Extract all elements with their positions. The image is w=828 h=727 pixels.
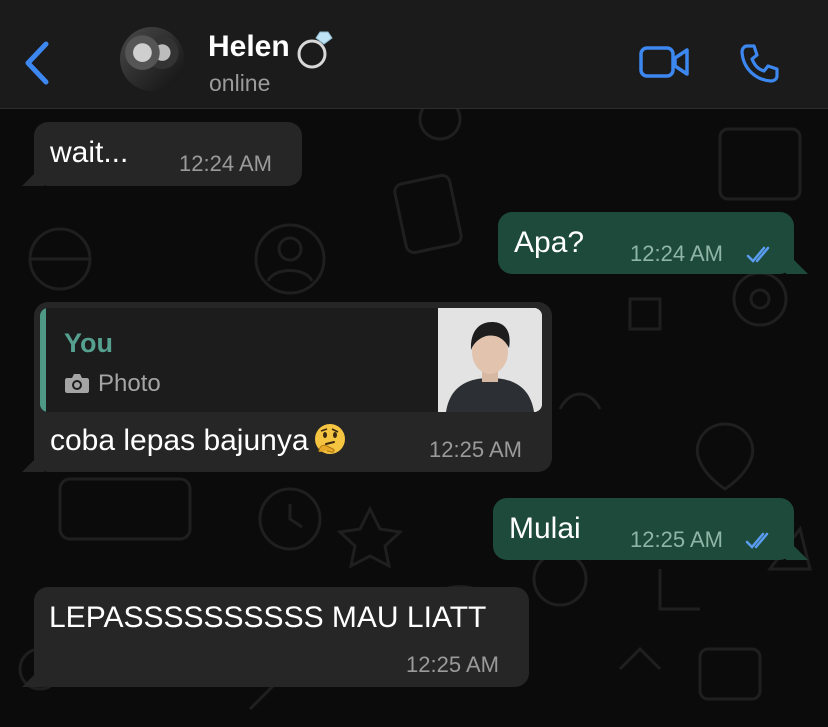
bubble-tail	[786, 538, 808, 560]
message-text: coba lepas bajunya	[50, 422, 347, 458]
message-time: 12:25 AM	[630, 527, 723, 552]
ring-icon	[297, 31, 333, 69]
message-bubble[interactable]: wait... 12:24 AM	[22, 122, 302, 186]
video-call-icon[interactable]	[638, 44, 690, 80]
thinking-face-emoji-icon	[314, 424, 345, 454]
message-text-content: coba lepas bajunya	[50, 424, 309, 457]
message-text: LEPASSSSSSSSSS MAU LIATT	[49, 601, 487, 634]
chat-header: Helen online	[0, 0, 828, 109]
quoted-message[interactable]: You Photo	[40, 308, 542, 412]
read-receipt-icon	[746, 246, 770, 263]
message-text: Apa?	[514, 226, 585, 259]
contact-status: online	[209, 70, 271, 96]
contact-name[interactable]: Helen	[208, 30, 290, 64]
quote-author: You	[64, 328, 113, 358]
message-text: Mulai	[509, 512, 581, 545]
quote-photo-thumbnail	[438, 308, 542, 412]
bubble-tail	[22, 450, 44, 472]
bubble-tail	[22, 164, 44, 186]
message-text: wait...	[50, 136, 129, 169]
contact-avatar[interactable]	[120, 27, 184, 91]
quote-media-type: Photo	[98, 370, 161, 397]
message-time: 12:24 AM	[630, 241, 723, 266]
camera-icon	[65, 374, 89, 393]
message-bubble[interactable]: Mulai 12:25 AM	[493, 498, 808, 560]
message-bubble-with-quote[interactable]: You Photo coba lepas bajunya 12:25 AM	[22, 302, 552, 472]
message-time: 12:24 AM	[179, 151, 272, 176]
back-chevron-icon[interactable]	[22, 40, 52, 86]
message-time: 12:25 AM	[429, 437, 522, 462]
phone-call-icon[interactable]	[738, 42, 780, 84]
message-time: 12:25 AM	[406, 652, 499, 677]
bubble-tail	[22, 665, 44, 687]
message-bubble[interactable]: Apa? 12:24 AM	[498, 212, 808, 274]
message-bubble[interactable]: LEPASSSSSSSSSS MAU LIATT 12:25 AM	[22, 587, 529, 687]
chat-area[interactable]: wait... 12:24 AM Apa? 12:24 AM You Photo	[0, 109, 828, 727]
read-receipt-icon	[745, 532, 769, 549]
bubble-tail	[786, 252, 808, 274]
quote-accent-bar	[40, 308, 46, 412]
